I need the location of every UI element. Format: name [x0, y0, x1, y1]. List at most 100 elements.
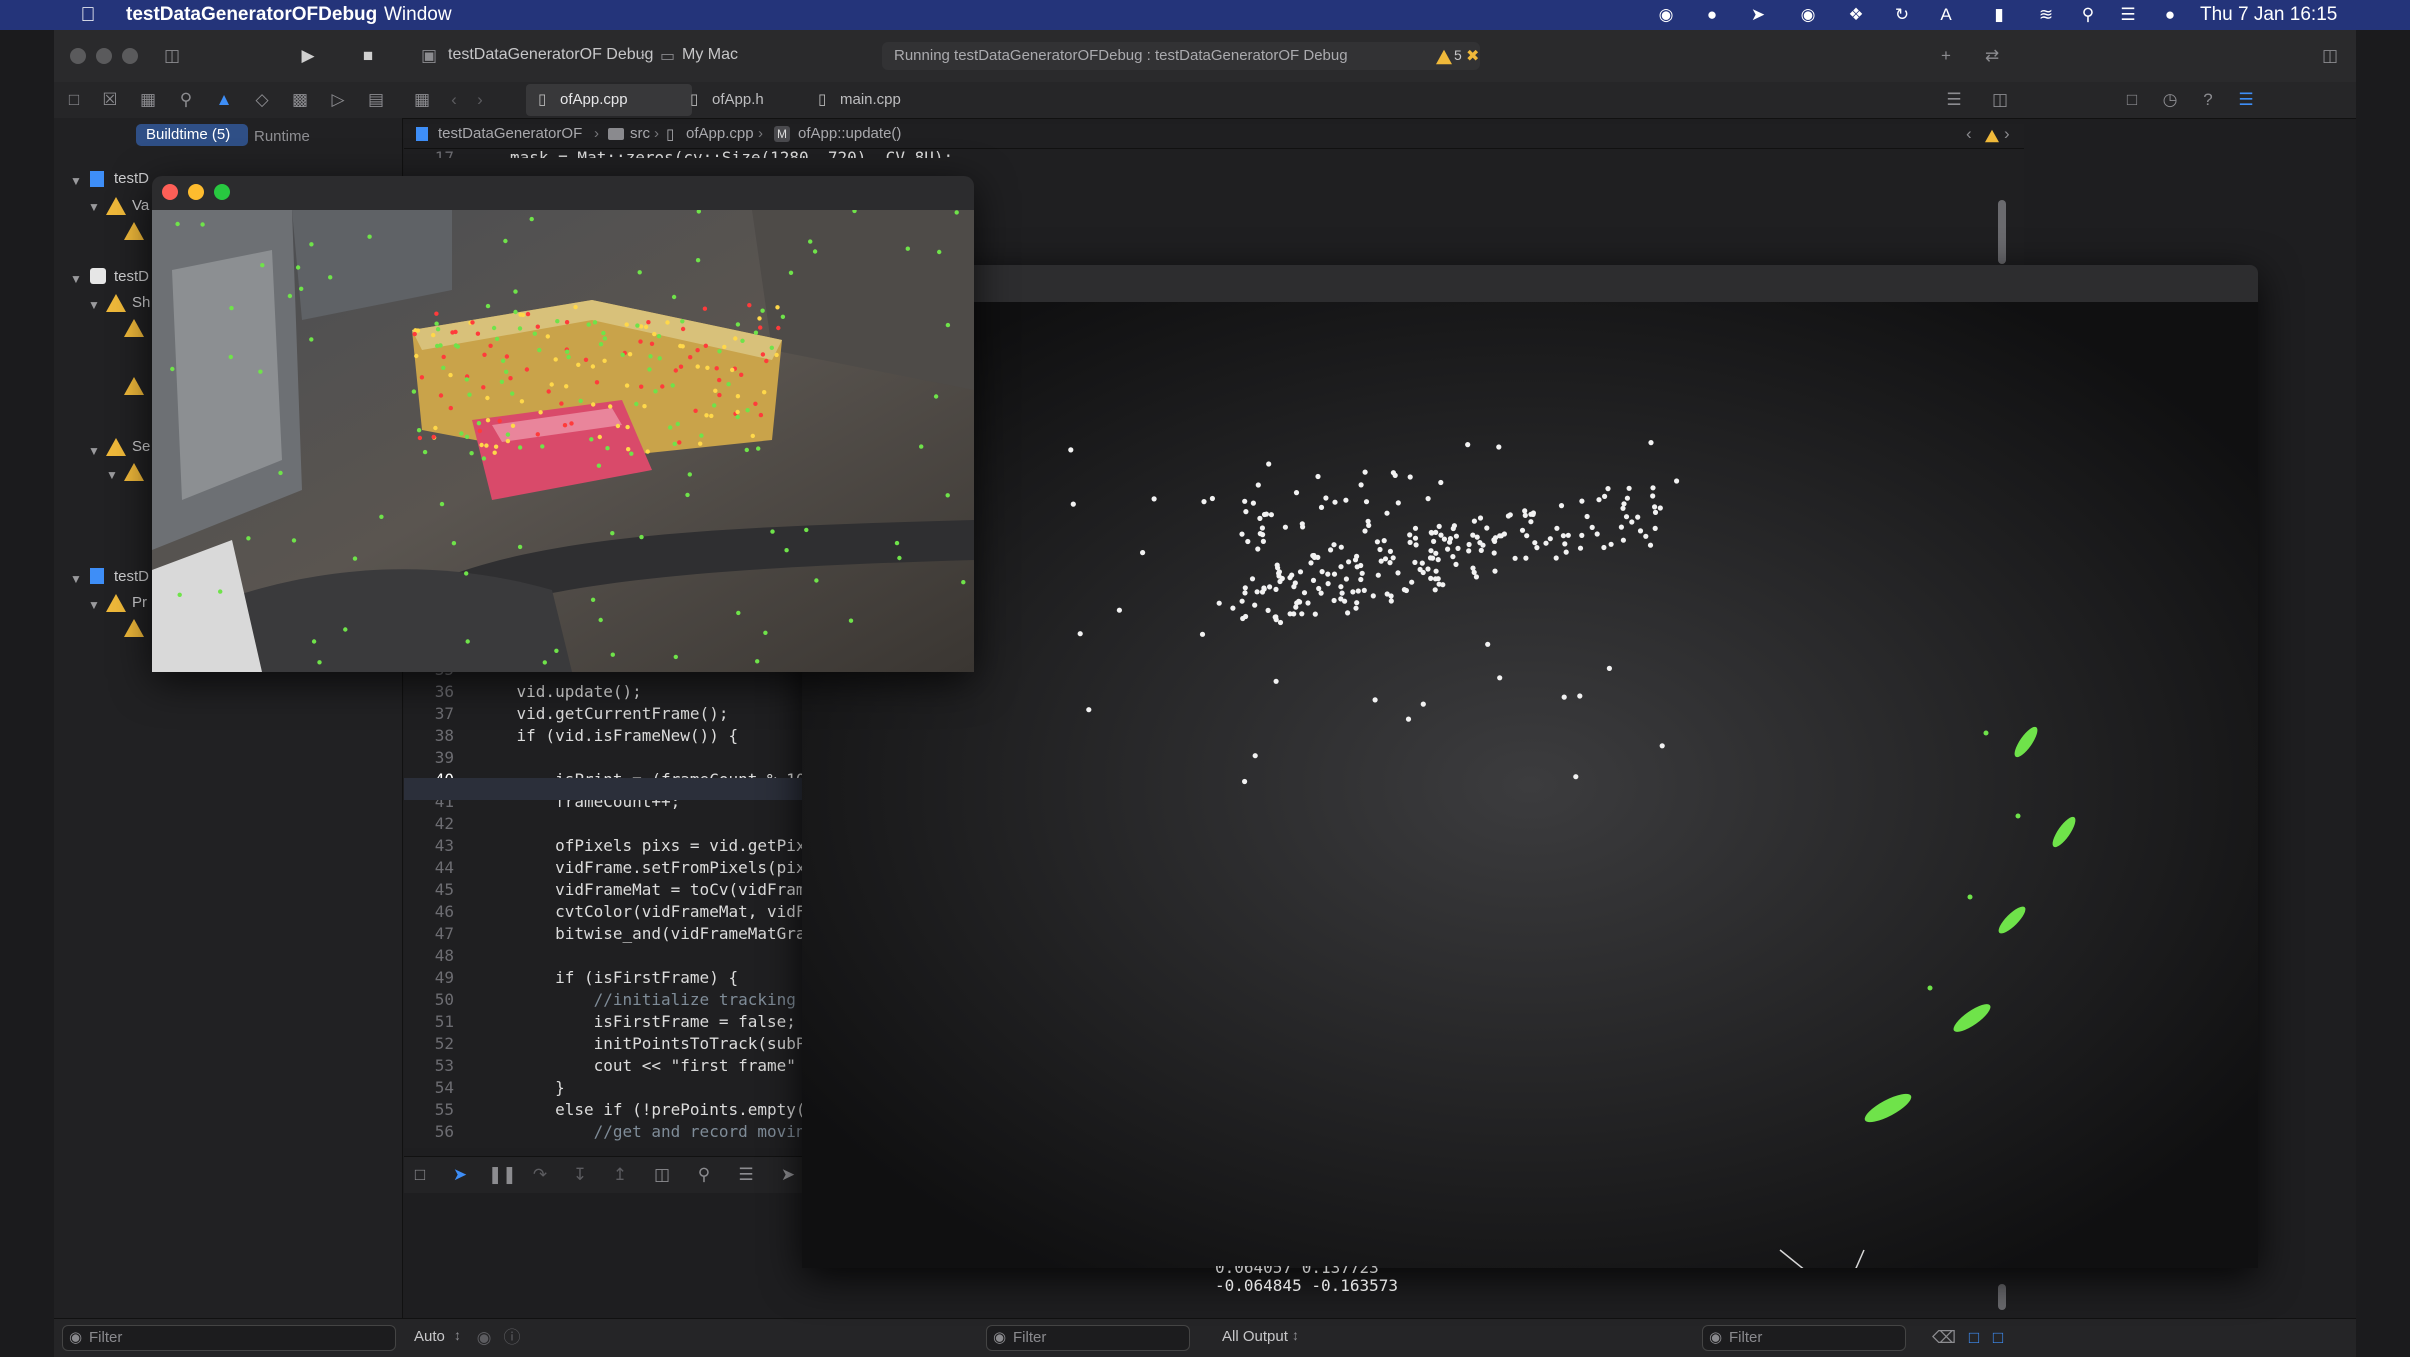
- folder-icon[interactable]: □: [62, 89, 86, 111]
- back-icon[interactable]: ‹: [442, 89, 466, 111]
- tracked-point: [1312, 611, 1318, 617]
- variables-view-icon[interactable]: □: [1962, 1327, 1986, 1349]
- nav-row-issue-1[interactable]: Va: [132, 197, 149, 214]
- stop-icon[interactable]: ■: [356, 45, 380, 67]
- tab-ofapp-h[interactable]: ▯ ofApp.h: [678, 84, 822, 116]
- search-icon[interactable]: ⚲: [2078, 5, 2098, 25]
- output-selector[interactable]: All Output: [1222, 1328, 1288, 1345]
- nav-row-project-1[interactable]: testD: [114, 170, 149, 187]
- minimize-video-button[interactable]: [188, 184, 204, 200]
- tracked-point: [1606, 665, 1612, 671]
- help-icon[interactable]: ?: [2196, 89, 2220, 111]
- disclosure-icon[interactable]: ▼: [88, 598, 100, 612]
- disclosure-icon[interactable]: ▼: [106, 468, 118, 482]
- record-icon[interactable]: ◉: [1656, 5, 1676, 25]
- disclosure-icon[interactable]: ▼: [70, 174, 82, 188]
- buildtime-filter-button[interactable]: Buildtime (5): [136, 124, 248, 146]
- test-icon[interactable]: ◇: [250, 89, 274, 111]
- pause-icon[interactable]: ❚❚: [488, 1164, 517, 1186]
- apple-icon[interactable]: : [78, 5, 98, 25]
- wifi-icon[interactable]: ≋: [2036, 5, 2056, 25]
- tab-ofapp-cpp[interactable]: ▯ ofApp.cpp: [526, 84, 692, 116]
- split-editor-icon[interactable]: ◫: [1988, 89, 2012, 111]
- close-window-button[interactable]: [70, 48, 86, 64]
- view-debugger-icon[interactable]: ◫: [650, 1164, 674, 1186]
- history-icon[interactable]: ◷: [2158, 89, 2182, 111]
- prev-issue-icon[interactable]: ‹: [1966, 124, 1972, 144]
- report-icon[interactable]: ▤: [364, 89, 388, 111]
- step-over-icon[interactable]: ↷: [528, 1164, 552, 1186]
- inspector-toggle-icon[interactable]: ◫: [2318, 45, 2342, 67]
- menu-app-name[interactable]: testDataGeneratorOFDebug: [126, 4, 377, 26]
- minimap-icon[interactable]: ☰: [1942, 89, 1966, 111]
- warning-icon[interactable]: [1436, 49, 1452, 65]
- jump-project[interactable]: testDataGeneratorOF: [438, 125, 582, 142]
- run-icon[interactable]: ▶: [296, 45, 320, 67]
- source-control-icon[interactable]: ☒: [98, 89, 122, 111]
- disclosure-icon[interactable]: ▼: [70, 572, 82, 586]
- sidebar-toggle-icon[interactable]: ◫: [160, 45, 184, 67]
- grid-icon[interactable]: ▦: [410, 89, 434, 111]
- editor-scrollbar[interactable]: [1998, 200, 2006, 264]
- battery-icon[interactable]: ▮: [1984, 5, 2014, 25]
- issue-navigator-icon[interactable]: ▲: [212, 89, 236, 111]
- file-inspector-icon[interactable]: □: [2120, 89, 2144, 111]
- console-view-icon[interactable]: □: [1986, 1327, 2010, 1349]
- warning-icon[interactable]: [1985, 129, 1999, 143]
- dropbox-icon[interactable]: ❖: [1846, 5, 1866, 25]
- minimize-window-button[interactable]: [96, 48, 112, 64]
- memory-graph-icon[interactable]: ⚲: [692, 1164, 716, 1186]
- next-issue-icon[interactable]: ›: [2004, 124, 2010, 144]
- info-icon[interactable]: ⓘ: [500, 1327, 524, 1349]
- environment-icon[interactable]: ☰: [734, 1164, 758, 1186]
- step-into-icon[interactable]: ↧: [568, 1164, 592, 1186]
- disclosure-icon[interactable]: ▼: [88, 298, 100, 312]
- tab-main-cpp[interactable]: ▯ main.cpp: [806, 84, 950, 116]
- zoom-window-button[interactable]: [122, 48, 138, 64]
- jump-symbol[interactable]: ofApp::update(): [798, 125, 901, 142]
- notification-icon[interactable]: ●: [1702, 5, 1722, 25]
- debug-icon[interactable]: ▩: [288, 89, 312, 111]
- breakpoints-toggle-icon[interactable]: ➤: [448, 1164, 472, 1186]
- forward-icon[interactable]: ›: [468, 89, 492, 111]
- eye-icon[interactable]: ◉: [472, 1327, 496, 1349]
- nav-row-issue-4[interactable]: Pr: [132, 594, 147, 611]
- disclosure-icon[interactable]: ▼: [70, 272, 82, 286]
- destination-selector[interactable]: My Mac: [682, 46, 738, 64]
- attributes-icon[interactable]: ☰: [2234, 89, 2258, 111]
- control-center-icon[interactable]: ☰: [2118, 5, 2138, 25]
- find-icon[interactable]: ⚲: [174, 89, 198, 111]
- nav-row-issue-3[interactable]: Se: [132, 438, 150, 455]
- hide-debug-icon[interactable]: □: [408, 1164, 432, 1186]
- scheme-selector[interactable]: testDataGeneratorOF Debug: [448, 46, 653, 64]
- location-icon[interactable]: ➤: [1748, 5, 1768, 25]
- trash-icon[interactable]: ⌫: [1932, 1327, 1956, 1349]
- nav-row-issue-2[interactable]: Sh: [132, 294, 150, 311]
- step-out-icon[interactable]: ↥: [608, 1164, 632, 1186]
- nav-row-project-3[interactable]: testD: [114, 568, 149, 585]
- jump-folder[interactable]: src: [630, 125, 650, 142]
- menu-window[interactable]: Window: [384, 4, 452, 26]
- menu-clock[interactable]: Thu 7 Jan 16:15: [2200, 4, 2337, 26]
- sync-icon[interactable]: ↻: [1892, 5, 1912, 25]
- nav-row-project-2[interactable]: testD: [114, 268, 149, 285]
- runtime-filter-button[interactable]: Runtime: [254, 128, 310, 145]
- symbol-icon[interactable]: ▦: [136, 89, 160, 111]
- input-source-icon[interactable]: A: [1936, 5, 1956, 25]
- swap-icon[interactable]: ⇄: [1980, 45, 2004, 67]
- navigator-filter[interactable]: ◉ Filter: [62, 1325, 396, 1351]
- siri-icon[interactable]: ●: [2160, 5, 2180, 25]
- console-filter[interactable]: ◉ Filter: [1702, 1325, 1906, 1351]
- zoom-video-button[interactable]: [214, 184, 230, 200]
- wechat-icon[interactable]: ◉: [1798, 5, 1818, 25]
- console-scrollbar[interactable]: [1998, 1284, 2006, 1310]
- variables-scope-selector[interactable]: Auto: [414, 1328, 445, 1345]
- location-sim-icon[interactable]: ➤: [776, 1164, 800, 1186]
- disclosure-icon[interactable]: ▼: [88, 200, 100, 214]
- add-icon[interactable]: +: [1934, 45, 1958, 67]
- variables-filter[interactable]: ◉ Filter: [986, 1325, 1190, 1351]
- jump-file[interactable]: ofApp.cpp: [686, 125, 754, 142]
- close-video-button[interactable]: [162, 184, 178, 200]
- breakpoint-icon[interactable]: ▷: [326, 89, 350, 111]
- disclosure-icon[interactable]: ▼: [88, 444, 100, 458]
